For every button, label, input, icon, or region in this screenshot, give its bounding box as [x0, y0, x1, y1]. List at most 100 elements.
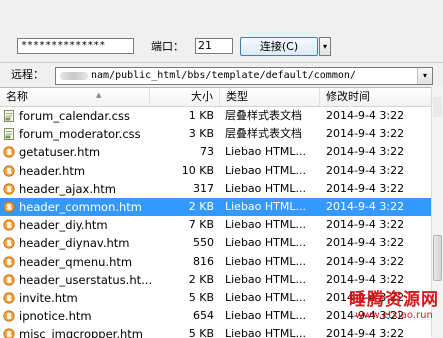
file-size-cell: 10 KB	[181, 163, 214, 177]
file-size-cell: 550	[193, 236, 214, 250]
file-name-cell: header_diy.htm	[19, 218, 108, 233]
connect-button[interactable]: 连接(C)	[240, 37, 318, 56]
css-file-icon	[4, 110, 14, 122]
file-rows: forum_calendar.css 1 KB 层叠样式表文档 2014-9-4 3:…	[0, 107, 431, 338]
file-row[interactable]: header_common.htm 2 KB Liebao HTML... 2014-…	[0, 197, 431, 217]
file-row[interactable]: forum_calendar.css 1 KB 层叠样式表文档 2014-9-4 3:…	[0, 107, 431, 125]
remote-label: 远程：	[11, 68, 44, 81]
file-name-cell: forum_moderator.css	[19, 127, 141, 142]
file-type-cell: Liebao HTML...	[225, 254, 307, 268]
file-modified-cell: 2014-9-4 3:22	[326, 327, 405, 338]
scrollbar-track-segment	[433, 97, 442, 117]
file-row[interactable]: misc_imgcropper.htm 5 KB Liebao HTML... 201…	[0, 325, 431, 338]
file-row[interactable]: header_diynav.htm 550 Liebao HTML... 2014-9…	[0, 234, 431, 252]
html-file-icon	[3, 292, 15, 304]
file-row[interactable]: header_qmenu.htm 816 Liebao HTML... 2014-9-…	[0, 253, 431, 271]
file-name-cell: ipnotice.htm	[19, 309, 92, 324]
file-type-cell: Liebao HTML...	[225, 163, 307, 177]
file-type-cell: Liebao HTML...	[225, 199, 307, 213]
file-row[interactable]: header.htm 10 KB Liebao HTML... 2014-9-4 3:…	[0, 162, 431, 180]
html-file-icon	[3, 164, 15, 177]
file-row[interactable]: invite.htm 5 KB Liebao HTML... 2014-9-4 3:2…	[0, 289, 431, 307]
column-header-name-label: 名称	[6, 90, 28, 103]
file-modified-cell: 2014-9-4 3:22	[326, 145, 405, 159]
html-file-icon	[3, 219, 15, 231]
file-type-cell: Liebao HTML...	[225, 309, 307, 323]
remote-path-bar: 远程： nam/public_html/bbs/template/default…	[0, 62, 443, 87]
file-name-cell: getatuser.htm	[19, 145, 101, 160]
file-size-cell: 5 KB	[188, 327, 214, 338]
file-size-cell: 654	[193, 309, 214, 323]
column-header-type[interactable]: 类型	[220, 88, 320, 106]
file-type-cell: Liebao HTML...	[225, 327, 307, 338]
column-header-name[interactable]: 名称 ▲	[0, 88, 150, 106]
file-modified-cell: 2014-9-4 3:22	[326, 254, 405, 268]
column-header-type-label: 类型	[226, 90, 248, 103]
connection-toolbar: ************** 端口： 21 连接(C) ▾	[0, 0, 443, 62]
column-header-modified-label: 修改时间	[326, 90, 370, 103]
file-size-cell: 7 KB	[188, 218, 214, 232]
file-size-cell: 2 KB	[188, 199, 214, 213]
remote-path-dropdown-button[interactable]: ▾	[417, 68, 432, 84]
remote-file-list[interactable]: 名称 ▲ 大小 类型 修改时间 forum_calendar.css 1 KB 层叠…	[0, 87, 431, 338]
file-type-cell: Liebao HTML...	[225, 272, 307, 286]
html-file-icon	[3, 274, 15, 286]
remote-path-input[interactable]: nam/public_html/bbs/template/default/com…	[55, 67, 433, 85]
column-header-modified[interactable]: 修改时间	[320, 88, 431, 106]
file-size-cell: 2 KB	[188, 272, 214, 286]
file-name-cell: header_ajax.htm	[19, 181, 117, 196]
file-row[interactable]: getatuser.htm 73 Liebao HTML... 2014-9-4 3:…	[0, 143, 431, 161]
file-name-cell: header_userstatus.ht...	[19, 272, 151, 287]
file-size-cell: 73	[200, 145, 214, 159]
vertical-scrollbar[interactable]	[431, 87, 443, 337]
file-modified-cell: 2014-9-4 3:22	[326, 163, 405, 177]
file-type-cell: 层叠样式表文档	[225, 109, 302, 122]
sort-ascending-icon: ▲	[96, 91, 102, 99]
file-name-cell: header.htm	[19, 163, 86, 178]
file-name-cell: header_common.htm	[19, 199, 143, 214]
port-input[interactable]: 21	[195, 38, 233, 54]
file-row[interactable]: header_ajax.htm 317 Liebao HTML... 2014-9-4…	[0, 180, 431, 198]
file-name-cell: forum_calendar.css	[19, 109, 130, 123]
file-size-cell: 3 KB	[188, 127, 214, 141]
blurred-host-segment	[60, 72, 88, 80]
file-type-cell: Liebao HTML...	[225, 218, 307, 232]
file-size-cell: 1 KB	[188, 109, 214, 122]
remote-path-text: nam/public_html/bbs/template/default/com…	[91, 70, 356, 81]
file-row[interactable]: header_userstatus.ht... 2 KB Liebao HTML..…	[0, 271, 431, 289]
file-name-cell: header_qmenu.htm	[19, 254, 133, 269]
html-file-icon	[3, 255, 15, 268]
file-size-cell: 317	[193, 181, 214, 195]
file-list-header: 名称 ▲ 大小 类型 修改时间	[0, 88, 431, 107]
port-label: 端口：	[151, 40, 184, 53]
file-modified-cell: 2014-9-4 3:22	[326, 199, 405, 213]
connect-dropdown-button[interactable]: ▾	[319, 37, 331, 56]
file-modified-cell: 2014-9-4 3:22	[326, 236, 405, 250]
scrollbar-thumb[interactable]	[433, 235, 442, 281]
file-type-cell: Liebao HTML...	[225, 181, 307, 195]
file-modified-cell: 2014-9-4 3:22	[326, 109, 405, 122]
file-type-cell: Liebao HTML...	[225, 290, 307, 304]
column-header-size[interactable]: 大小	[150, 88, 220, 106]
html-file-icon	[3, 237, 15, 249]
file-name-cell: invite.htm	[19, 290, 78, 305]
file-modified-cell: 2014-9-4 3:22	[326, 309, 405, 323]
file-type-cell: 层叠样式表文档	[225, 127, 302, 141]
column-header-size-label: 大小	[191, 90, 213, 103]
file-size-cell: 816	[193, 254, 214, 268]
html-file-icon	[3, 310, 15, 322]
file-name-cell: misc_imgcropper.htm	[19, 327, 143, 338]
html-file-icon	[3, 146, 15, 158]
css-file-icon	[4, 128, 14, 141]
file-row[interactable]: header_diy.htm 7 KB Liebao HTML... 2014-9-4…	[0, 216, 431, 234]
file-row[interactable]: forum_moderator.css 3 KB 层叠样式表文档 2014-9-4 3…	[0, 125, 431, 143]
file-modified-cell: 2014-9-4 3:22	[326, 218, 405, 232]
password-field[interactable]: **************	[17, 38, 134, 54]
file-type-cell: Liebao HTML...	[225, 236, 307, 250]
file-modified-cell: 2014-9-4 3:22	[326, 181, 405, 195]
html-file-icon	[3, 201, 15, 213]
file-modified-cell: 2014-9-4 3:22	[326, 127, 405, 141]
file-row[interactable]: ipnotice.htm 654 Liebao HTML... 2014-9-4 3:…	[0, 307, 431, 325]
file-modified-cell: 2014-9-4 3:22	[326, 290, 405, 304]
file-size-cell: 5 KB	[188, 290, 214, 304]
